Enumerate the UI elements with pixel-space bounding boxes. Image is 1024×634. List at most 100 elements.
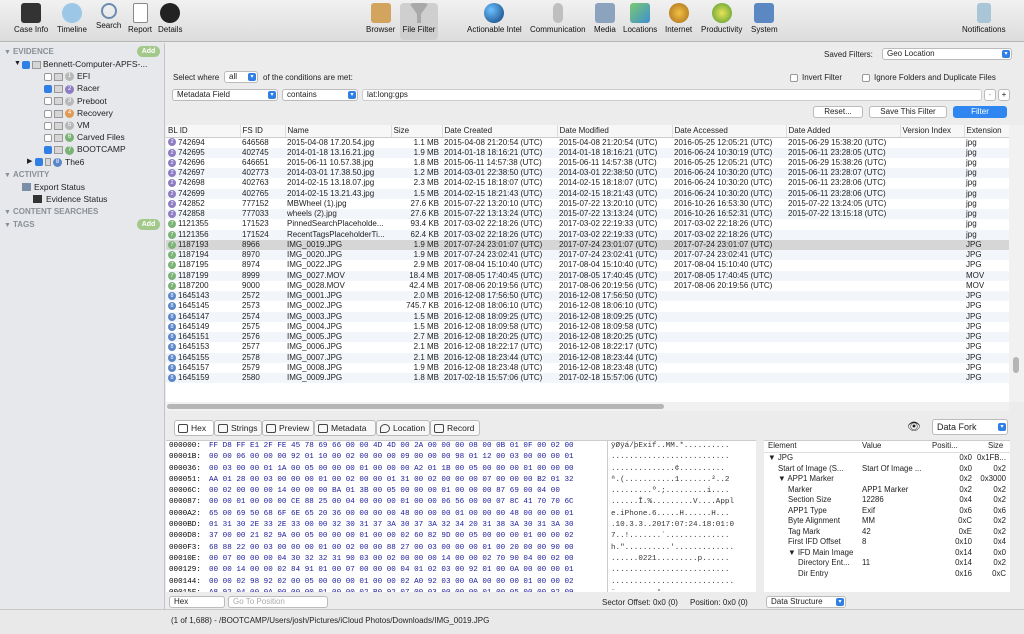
- checkbox[interactable]: [44, 121, 52, 130]
- tab-record[interactable]: Record: [430, 420, 480, 436]
- table-row[interactable]: 7 1187195 8974 IMG_0022.JPG 2.9 MB 2017-08-04…: [166, 260, 1009, 270]
- activity-header[interactable]: ▼ ACTIVITY: [0, 168, 164, 181]
- table-row[interactable]: 7 1187193 8966 IMG_0019.JPG 1.9 MB 2017-07-24…: [166, 239, 1009, 250]
- add-evidence-button[interactable]: Add: [137, 46, 160, 57]
- evidence-item[interactable]: 4 Recovery: [0, 107, 164, 119]
- tags-header[interactable]: ▼ TAGS Add: [0, 218, 164, 231]
- toolbar-internet[interactable]: Internet: [665, 3, 692, 34]
- toolbar-locations[interactable]: Locations: [623, 3, 657, 34]
- toolbar-productivity[interactable]: Productivity: [701, 3, 742, 34]
- tree-row[interactable]: Start of Image (S... Start Of Image ... 0x…: [764, 464, 1010, 475]
- column-header[interactable]: FS ID: [240, 125, 286, 138]
- checkbox[interactable]: [35, 158, 43, 167]
- evidence-item[interactable]: 2 Racer: [0, 82, 164, 94]
- tab-hex[interactable]: Hex: [174, 420, 214, 436]
- column-header[interactable]: Date Modified: [557, 125, 673, 138]
- table-row[interactable]: 8 1645159 2580 IMG_0009.JPG 1.8 MB 2017-02-18…: [166, 373, 1009, 384]
- table-row[interactable]: 8 1645149 2575 IMG_0004.JPG 1.5 MB 2016-12-08…: [166, 322, 1009, 332]
- table-row[interactable]: 2 742858 777033 wheels (2).jpg 27.6 KB 2015-0…: [166, 209, 1009, 220]
- toolbar-case-info[interactable]: Case Info: [14, 3, 48, 34]
- tree-row[interactable]: Directory Ent... 11 0x14 0x2: [764, 558, 1010, 569]
- evidence-item[interactable]: 7 BOOTCAMP: [0, 143, 164, 155]
- remove-condition-button[interactable]: -: [984, 89, 996, 101]
- checkbox[interactable]: [44, 85, 52, 94]
- toolbar-timeline[interactable]: Timeline: [57, 3, 87, 34]
- operator-select[interactable]: contains ▾: [282, 89, 358, 101]
- reset-button[interactable]: Reset...: [813, 106, 863, 118]
- data-structure-tree[interactable]: Element Value Positi... Size ▼ JPG 0x0 0x1…: [764, 440, 1010, 592]
- hex-view[interactable]: 000000: FF D8 FF E1 2F FE 45 78 69 66 00 …: [166, 440, 756, 592]
- toolbar-system[interactable]: System: [751, 3, 778, 34]
- evidence-item-the6[interactable]: ▶ 8 The6: [0, 156, 164, 168]
- add-condition-button[interactable]: +: [998, 89, 1010, 101]
- tree-row[interactable]: Marker APP1 Marker 0x2 0x2: [764, 485, 1010, 496]
- tree-row[interactable]: APP1 Type Exif 0x6 0x6: [764, 506, 1010, 517]
- table-row[interactable]: 7 1187199 8999 IMG_0027.MOV 18.4 MB 2017-08-0…: [166, 270, 1009, 281]
- evidence-item[interactable]: 6 Carved Files: [0, 131, 164, 143]
- table-row[interactable]: 8 1645151 2576 IMG_0005.JPG 2.7 MB 2016-12-08…: [166, 332, 1009, 343]
- table-row[interactable]: 2 742698 402763 2014-02-15 13.18.07.jpg 2.3 …: [166, 178, 1009, 188]
- tree-row[interactable]: Dir Entry 0x16 0xC: [764, 569, 1010, 580]
- ignore-folders-checkbox[interactable]: [862, 74, 870, 82]
- column-header[interactable]: BL ID: [166, 125, 241, 138]
- data-fork-select[interactable]: Data Fork ▾: [932, 419, 1008, 435]
- table-row[interactable]: 8 1645145 2573 IMG_0002.JPG 745.7 KB 2016-12-…: [166, 301, 1009, 311]
- table-row[interactable]: 2 742695 402745 2014-01-18 13.16.21.jpg 1.9 …: [166, 147, 1009, 158]
- scroll-thumb[interactable]: [1013, 357, 1019, 373]
- table-row[interactable]: 2 742852 777152 MBWheel (1).jpg 27.6 KB 2015-…: [166, 199, 1009, 209]
- column-header[interactable]: Date Accessed: [672, 125, 787, 138]
- goto-position-input[interactable]: Go To Position: [228, 596, 328, 608]
- column-header[interactable]: Version Index: [900, 125, 965, 138]
- toolbar-details[interactable]: Details: [158, 3, 182, 34]
- tree-row[interactable]: ▼ IFD Main Image 0x14 0x0: [764, 548, 1010, 559]
- toolbar-communication[interactable]: Communication: [530, 3, 586, 34]
- table-row[interactable]: 8 1645143 2572 IMG_0001.JPG 2.0 MB 2016-12-08…: [166, 291, 1009, 302]
- activity-export-status[interactable]: Export Status: [0, 181, 164, 193]
- evidence-item[interactable]: 5 VM: [0, 119, 164, 131]
- table-row[interactable]: 7 1121356 171524 RecentTagsPlaceholderTi...…: [166, 229, 1009, 240]
- column-header[interactable]: Size: [391, 125, 443, 138]
- tree-row[interactable]: ▼ JPG 0x0 0x1FB...: [764, 453, 1010, 464]
- table-row[interactable]: 7 1187200 9000 IMG_0028.MOV 42.4 MB 2017-08-0…: [166, 281, 1009, 291]
- table-row[interactable]: 2 742697 402773 2014-03-01 17.38.50.jpg 1.2 …: [166, 168, 1009, 179]
- checkbox[interactable]: [44, 146, 52, 155]
- column-header[interactable]: Date Created: [442, 125, 558, 138]
- toolbar-search[interactable]: Search: [96, 3, 121, 30]
- activity-evidence-status[interactable]: Evidence Status: [0, 193, 164, 205]
- table-row[interactable]: 8 1645157 2579 IMG_0008.JPG 1.9 MB 2016-12-08…: [166, 363, 1009, 373]
- hex-mode-select[interactable]: Hex: [169, 596, 225, 608]
- tab-location[interactable]: Location: [376, 420, 430, 436]
- column-header[interactable]: Date Added: [786, 125, 901, 138]
- table-row[interactable]: 2 742699 402765 2014-02-15 13.21.43.jpg 1.5 …: [166, 188, 1009, 199]
- metadata-field-select[interactable]: Metadata Field ▾: [172, 89, 278, 101]
- checkbox[interactable]: [44, 72, 52, 81]
- toolbar-report[interactable]: Report: [128, 3, 152, 34]
- table-row[interactable]: 2 742696 646651 2015-06-11 10.57.38.jpg 1.8 …: [166, 158, 1009, 168]
- tab-metadata[interactable]: Metadata: [314, 420, 376, 436]
- evidence-root[interactable]: ▼ Bennett-Computer-APFS-...: [0, 58, 164, 70]
- tree-row[interactable]: First IFD Offset 8 0x10 0x4: [764, 537, 1010, 548]
- evidence-header[interactable]: ▼ EVIDENCE Add: [0, 45, 164, 58]
- filter-button[interactable]: Filter: [953, 106, 1007, 118]
- table-row[interactable]: 8 1645147 2574 IMG_0003.JPG 1.5 MB 2016-12-08…: [166, 311, 1009, 322]
- scroll-thumb[interactable]: [167, 404, 664, 409]
- data-structure-select[interactable]: Data Structure ▾: [766, 596, 846, 608]
- table-horizontal-scrollbar[interactable]: [166, 402, 1009, 411]
- table-row[interactable]: 8 1645155 2578 IMG_0007.JPG 2.1 MB 2016-12-08…: [166, 352, 1009, 363]
- column-header[interactable]: Extension: [964, 125, 1009, 138]
- tree-row[interactable]: Section Size 12286 0x4 0x2: [764, 495, 1010, 506]
- checkbox[interactable]: [44, 109, 52, 118]
- toolbar-browser[interactable]: Browser: [366, 3, 395, 34]
- content-searches-header[interactable]: ▼ CONTENT SEARCHES: [0, 205, 164, 218]
- evidence-item[interactable]: 1 EFI: [0, 70, 164, 82]
- table-row[interactable]: 2 742694 646568 2015-04-08 17.20.54.jpg 1.1 …: [166, 137, 1009, 148]
- tab-strings[interactable]: Strings: [214, 420, 262, 436]
- add-tag-button[interactable]: Add: [137, 219, 160, 231]
- checkbox[interactable]: [44, 133, 52, 142]
- evidence-item[interactable]: 3 Preboot: [0, 95, 164, 107]
- tab-preview[interactable]: Preview: [262, 420, 314, 436]
- column-header[interactable]: Name: [285, 125, 392, 138]
- eye-icon[interactable]: 👁: [907, 422, 923, 433]
- table-row[interactable]: 7 1187194 8970 IMG_0020.JPG 1.9 MB 2017-07-24…: [166, 250, 1009, 261]
- toolbar-media[interactable]: Media: [594, 3, 616, 34]
